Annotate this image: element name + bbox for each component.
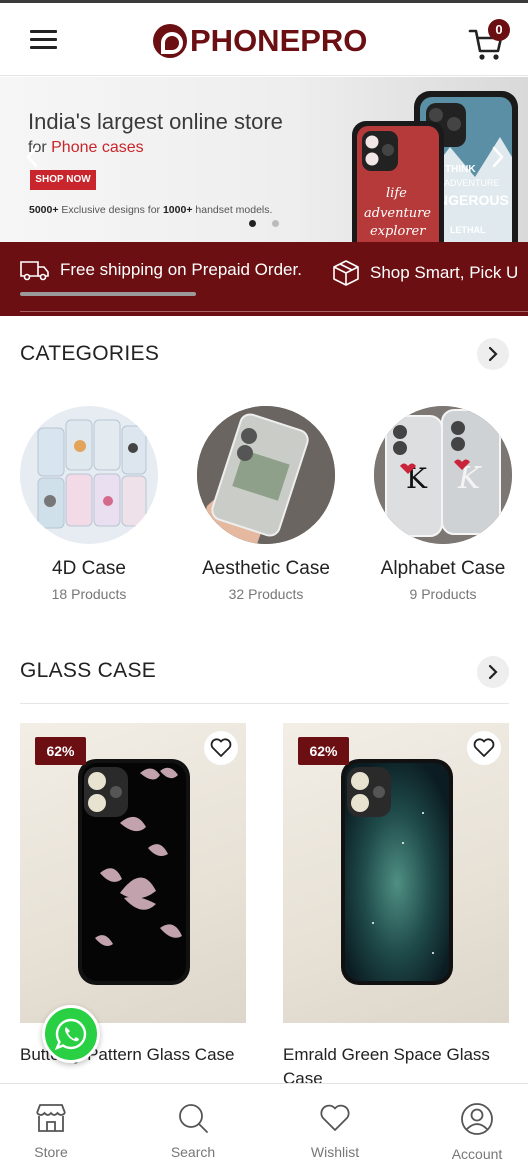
svg-text:life: life	[386, 186, 407, 201]
heart-icon	[210, 738, 232, 757]
chevron-right-icon	[488, 346, 498, 362]
category-name: 4D Case	[52, 558, 126, 579]
nav-wishlist[interactable]: Wishlist	[290, 1102, 380, 1160]
shop-now-button[interactable]: SHOP NOW	[30, 170, 96, 190]
discount-badge: 62%	[298, 737, 349, 765]
svg-text:adventure: adventure	[364, 206, 431, 221]
glass-case-title: GLASS CASE	[20, 659, 157, 682]
glass-case-more-button[interactable]	[477, 656, 509, 688]
logo-mark-icon	[153, 24, 187, 58]
svg-text:THINK: THINK	[445, 164, 476, 175]
category-name: Aesthetic Case	[202, 558, 330, 579]
bottom-navigation: Store Search Wishlist Account	[0, 1083, 528, 1172]
category-card[interactable]: K K Alphabet Case 9 Products	[358, 406, 528, 602]
category-count: 9 Products	[409, 586, 477, 602]
banner-prev-icon[interactable]	[22, 142, 42, 172]
truck-icon	[20, 261, 49, 281]
product-image[interactable]: 62%	[20, 723, 246, 1023]
announcement-free-shipping: Free shipping on Prepaid Order.	[20, 259, 302, 281]
categories-more-button[interactable]	[477, 338, 509, 370]
nav-account[interactable]: Account	[432, 1102, 522, 1162]
wishlist-button[interactable]	[204, 731, 238, 765]
cart-count-badge: 0	[488, 19, 510, 41]
banner-dot[interactable]	[272, 220, 279, 227]
category-count: 32 Products	[228, 586, 304, 602]
discount-badge: 62%	[35, 737, 86, 765]
cart-button[interactable]: 0	[466, 19, 512, 63]
category-count: 18 Products	[51, 586, 127, 602]
category-card[interactable]: Aesthetic Case 32 Products	[181, 406, 351, 602]
nav-store-label: Store	[34, 1144, 68, 1160]
nav-wishlist-label: Wishlist	[310, 1144, 360, 1160]
banner-footnote: 5000+ Exclusive designs for 1000+ handse…	[29, 204, 273, 216]
svg-text:LETHAL: LETHAL	[450, 225, 486, 235]
banner-subtitle: for Phone cases	[28, 139, 144, 156]
nav-store[interactable]: Store	[6, 1102, 96, 1160]
category-image	[197, 406, 335, 544]
product-title[interactable]: Emrald Green Space Glass Case	[283, 1043, 509, 1088]
category-card[interactable]: 4D Case 18 Products	[4, 406, 174, 602]
banner-next-icon[interactable]	[488, 142, 508, 172]
whatsapp-chat-button[interactable]	[42, 1005, 100, 1063]
heart-icon	[473, 738, 495, 757]
chevron-right-icon	[488, 664, 498, 680]
product-card[interactable]: 62% Emrald Green Space Glass Case	[283, 723, 509, 1088]
category-name: Alphabet Case	[380, 558, 506, 579]
announcement-divider	[20, 311, 528, 312]
app-header: PHONEPRO 0	[0, 3, 528, 76]
category-image	[20, 406, 158, 544]
nav-account-label: Account	[451, 1146, 503, 1162]
section-divider	[20, 703, 509, 704]
banner-title: India's largest online store	[28, 109, 283, 134]
brand-logo[interactable]: PHONEPRO	[153, 21, 367, 61]
wishlist-button[interactable]	[467, 731, 501, 765]
nav-search[interactable]: Search	[148, 1102, 238, 1160]
svg-text:explorer: explorer	[370, 224, 426, 239]
hamburger-menu-icon[interactable]	[30, 27, 58, 51]
hero-banner[interactable]: India's largest online store for Phone c…	[0, 77, 528, 242]
categories-title: CATEGORIES	[20, 342, 160, 365]
account-icon	[461, 1103, 493, 1135]
announcement-shop-smart: Shop Smart, Pick U	[332, 259, 518, 287]
category-image: K K	[374, 406, 512, 544]
nav-search-label: Search	[170, 1144, 216, 1160]
brand-name: PHONEPRO	[190, 23, 368, 58]
box-icon	[333, 260, 359, 286]
announcement-progress	[20, 292, 196, 296]
whatsapp-icon	[55, 1018, 87, 1050]
store-icon	[36, 1104, 66, 1132]
heart-icon	[320, 1104, 350, 1131]
search-icon	[179, 1104, 208, 1133]
product-image[interactable]: 62%	[283, 723, 509, 1023]
svg-text:NGEROUS: NGEROUS	[438, 192, 509, 208]
svg-text:ADVENTURE: ADVENTURE	[444, 178, 500, 188]
announcement-bar: Free shipping on Prepaid Order. Shop Sma…	[0, 242, 528, 316]
banner-dot-active[interactable]	[249, 220, 256, 227]
